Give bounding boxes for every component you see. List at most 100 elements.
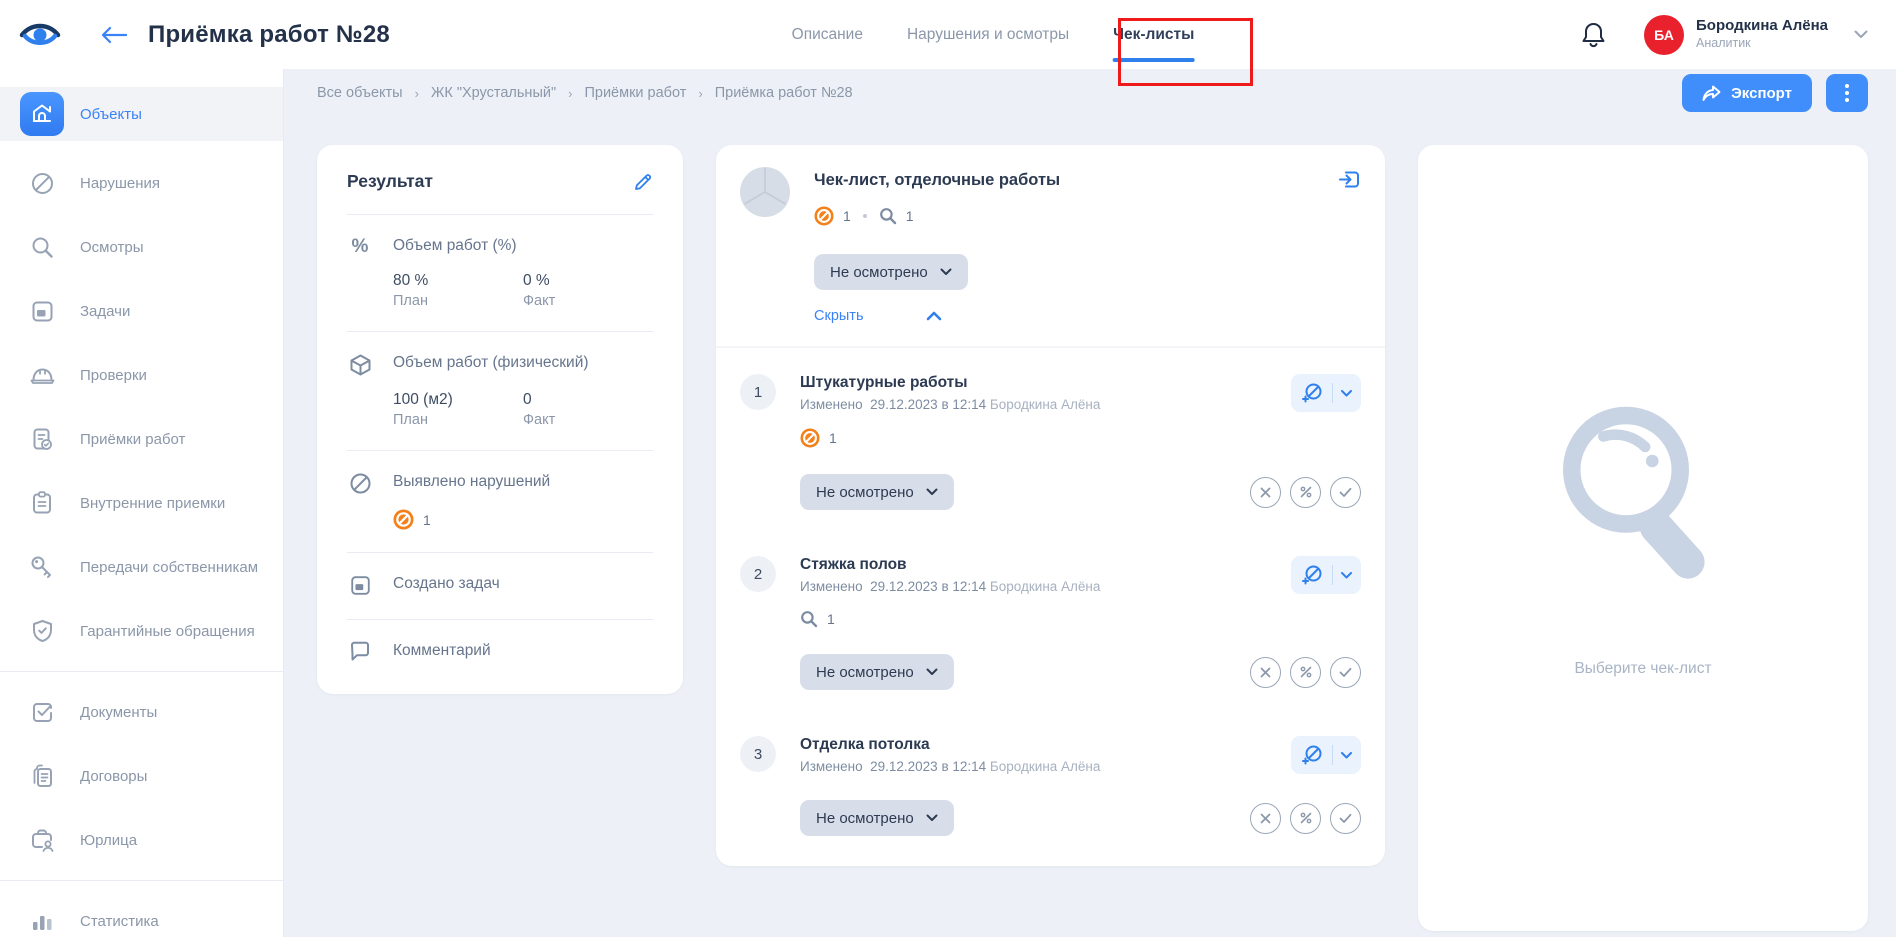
section-label: Комментарий xyxy=(393,642,491,660)
sidebar-item-checks[interactable]: Проверки xyxy=(0,343,283,407)
chevron-up-icon[interactable] xyxy=(926,311,942,321)
sidebar-item-contracts[interactable]: Договоры xyxy=(0,744,283,808)
kebab-menu-icon xyxy=(1845,84,1849,102)
add-violation-split-button[interactable] xyxy=(1291,556,1361,594)
doc-check-icon xyxy=(20,690,64,734)
inspections-count: 1 xyxy=(827,611,835,627)
sidebar-item-label: Статистика xyxy=(80,913,159,930)
sidebar-item-warranty-claims[interactable]: Гарантийные обращения xyxy=(0,599,283,663)
user-avatar[interactable]: БА xyxy=(1644,15,1684,55)
violations-count: 1 xyxy=(423,512,431,528)
clipboard-check-icon xyxy=(20,417,64,461)
export-button-label: Экспорт xyxy=(1731,85,1792,102)
comment-icon xyxy=(347,641,373,662)
app-logo[interactable] xyxy=(14,20,66,50)
divider xyxy=(1332,383,1333,403)
percent-icon xyxy=(1300,486,1312,498)
user-menu-toggle[interactable] xyxy=(1854,30,1868,39)
item-badges: 1 xyxy=(800,428,1361,448)
plan-label: План xyxy=(393,412,523,428)
back-button[interactable] xyxy=(94,26,134,44)
accept-circle-button[interactable] xyxy=(1330,657,1361,688)
percent-icon xyxy=(1300,812,1312,824)
prohibition-icon xyxy=(20,161,64,205)
sidebar-item-statistics[interactable]: Статистика xyxy=(0,889,283,937)
checklist-title: Чек-лист, отделочные работы xyxy=(814,171,1060,190)
breadcrumb-all-objects[interactable]: Все объекты xyxy=(317,85,403,101)
edit-result-button[interactable] xyxy=(633,172,653,192)
sidebar-item-owner-transfers[interactable]: Передачи собственникам xyxy=(0,535,283,599)
section-label: Объем работ (%) xyxy=(393,237,517,255)
header-right: БА Бородкина Алёна Аналитик xyxy=(1581,15,1868,55)
notifications-button[interactable] xyxy=(1581,21,1606,49)
item-status-dropdown[interactable]: Не осмотрено xyxy=(800,800,954,836)
reject-circle-button[interactable] xyxy=(1250,803,1281,834)
status-label: Не осмотрено xyxy=(816,664,914,681)
sidebar-item-internal-acceptances[interactable]: Внутренние приемки xyxy=(0,471,283,535)
tab-checklists[interactable]: Чек-листы xyxy=(1113,0,1194,69)
sidebar-divider xyxy=(0,880,283,881)
item-status-dropdown[interactable]: Не осмотрено xyxy=(800,654,954,690)
result-section-volume-percent: % Объем работ (%) 80 % План 0 % Факт xyxy=(347,215,653,332)
partial-circle-button[interactable] xyxy=(1290,657,1321,688)
sidebar-item-violations[interactable]: Нарушения xyxy=(0,151,283,215)
magnifier-illustration xyxy=(1556,399,1731,614)
sidebar-item-work-acceptances[interactable]: Приёмки работ xyxy=(0,407,283,471)
partial-circle-button[interactable] xyxy=(1290,477,1321,508)
breadcrumb-project[interactable]: ЖК "Хрустальный" xyxy=(431,85,556,101)
item-modified-by: Бородкина Алёна xyxy=(990,397,1100,412)
chevron-down-icon xyxy=(926,814,938,822)
item-number: 1 xyxy=(740,374,776,410)
home-icon xyxy=(20,92,64,136)
item-quick-actions xyxy=(1250,803,1361,834)
add-violation-split-button[interactable] xyxy=(1291,736,1361,774)
sidebar-item-label: Задачи xyxy=(80,303,130,320)
more-actions-button[interactable] xyxy=(1826,74,1868,112)
tab-description[interactable]: Описание xyxy=(792,0,863,69)
eye-logo-icon xyxy=(18,20,62,50)
chevron-right-icon: › xyxy=(415,86,419,101)
reject-circle-button[interactable] xyxy=(1250,657,1281,688)
x-icon xyxy=(1260,813,1271,824)
sidebar-item-legal-entities[interactable]: Юрлица xyxy=(0,808,283,872)
partial-circle-button[interactable] xyxy=(1290,803,1321,834)
check-icon xyxy=(1339,487,1352,498)
result-card: Результат % Объем работ (%) xyxy=(317,145,683,694)
collapse-link[interactable]: Скрыть xyxy=(814,308,864,324)
reject-circle-button[interactable] xyxy=(1250,477,1281,508)
export-button[interactable]: Экспорт xyxy=(1682,74,1812,112)
section-label: Объем работ (физический) xyxy=(393,354,589,372)
accept-circle-button[interactable] xyxy=(1330,477,1361,508)
open-checklist-button[interactable] xyxy=(1338,169,1361,190)
share-arrow-icon xyxy=(1702,85,1721,102)
accept-circle-button[interactable] xyxy=(1330,803,1361,834)
sidebar-divider xyxy=(0,671,283,672)
result-section-violations: Выявлено нарушений 1 xyxy=(347,451,653,553)
item-modified-by: Бородкина Алёна xyxy=(990,579,1100,594)
item-title: Штукатурные работы xyxy=(800,374,1100,392)
chevron-right-icon: › xyxy=(698,86,702,101)
plan-value: 80 % xyxy=(393,272,523,290)
item-status-dropdown[interactable]: Не осмотрено xyxy=(800,474,954,510)
sidebar-item-tasks[interactable]: Задачи xyxy=(0,279,283,343)
breadcrumb-acceptances[interactable]: Приёмки работ xyxy=(584,85,686,101)
sidebar-item-label: Внутренние приемки xyxy=(80,495,225,512)
main-area: Все объекты › ЖК "Хрустальный" › Приёмки… xyxy=(284,69,1896,937)
fact-value: 0 xyxy=(523,391,653,409)
checklist-item: 2 Стяжка полов Изменено 29.12.2023 в 12:… xyxy=(740,556,1361,690)
checklist-card: Чек-лист, отделочные работы xyxy=(716,145,1385,866)
caret-down-icon xyxy=(1341,390,1352,397)
sidebar-item-documents[interactable]: Документы xyxy=(0,680,283,744)
checklist-status-dropdown[interactable]: Не осмотрено xyxy=(814,254,968,290)
add-violation-split-button[interactable] xyxy=(1291,374,1361,412)
item-title: Стяжка полов xyxy=(800,556,1100,574)
sidebar-item-inspections[interactable]: Осмотры xyxy=(0,215,283,279)
check-icon xyxy=(1339,667,1352,678)
check-icon xyxy=(1339,813,1352,824)
sidebar-item-objects[interactable]: Объекты xyxy=(0,87,283,141)
briefcase-user-icon xyxy=(20,818,64,862)
tab-violations-inspections[interactable]: Нарушения и осмотры xyxy=(907,0,1069,69)
arrow-left-icon xyxy=(101,26,127,44)
fact-value: 0 % xyxy=(523,272,653,290)
search-icon xyxy=(20,225,64,269)
